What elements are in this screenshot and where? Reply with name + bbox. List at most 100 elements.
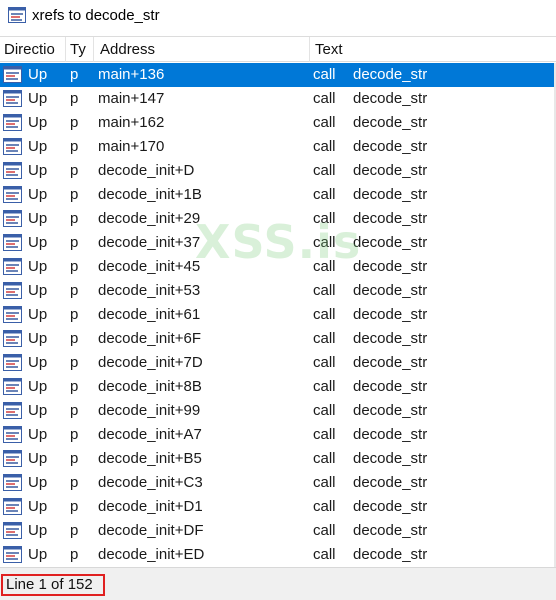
xref-direction: Up — [28, 522, 48, 539]
xref-row[interactable]: Up p decode_init+D call decode_str — [0, 159, 556, 183]
xref-row[interactable]: Up p decode_init+D1 call decode_str — [0, 495, 556, 519]
xref-text-op: call — [313, 234, 336, 251]
xref-direction: Up — [28, 402, 48, 419]
xref-list[interactable]: Up p main+136 call decode_str Up p main+147 call… — [0, 63, 556, 567]
xref-row-icon — [3, 234, 22, 251]
xref-direction: Up — [28, 186, 48, 203]
xref-text-target: decode_str — [353, 474, 428, 491]
xref-text-target: decode_str — [353, 426, 428, 443]
xref-direction: Up — [28, 90, 48, 107]
xref-type: p — [70, 138, 79, 155]
xref-address: decode_init+1B — [98, 186, 202, 203]
xref-direction: Up — [28, 426, 48, 443]
xref-text-op: call — [313, 450, 336, 467]
xref-text-target: decode_str — [353, 282, 428, 299]
xref-address: decode_init+53 — [98, 282, 201, 299]
xref-type: p — [70, 546, 79, 563]
xref-row[interactable]: Up p decode_init+1B call decode_str — [0, 183, 556, 207]
xref-type: p — [70, 90, 79, 107]
xref-address: decode_init+29 — [98, 210, 201, 227]
xref-row-icon — [3, 162, 22, 179]
xref-row-icon — [3, 138, 22, 155]
xref-text-op: call — [313, 66, 336, 83]
xref-row[interactable]: Up p decode_init+37 call decode_str — [0, 231, 556, 255]
xref-text-target: decode_str — [353, 90, 428, 107]
xref-text-target: decode_str — [353, 138, 428, 155]
window-title: xrefs to decode_str — [32, 6, 160, 24]
xref-address: decode_init+6F — [98, 330, 201, 347]
xref-text-target: decode_str — [353, 330, 428, 347]
xref-row[interactable]: Up p decode_init+29 call decode_str — [0, 207, 556, 231]
xref-type: p — [70, 186, 79, 203]
xrefs-window-icon — [8, 7, 26, 23]
xref-text-op: call — [313, 210, 336, 227]
xref-direction: Up — [28, 306, 48, 323]
xref-direction: Up — [28, 354, 48, 371]
xref-text-op: call — [313, 474, 336, 491]
xref-row[interactable]: Up p decode_init+45 call decode_str — [0, 255, 556, 279]
xref-row[interactable]: Up p main+147 call decode_str — [0, 87, 556, 111]
xref-row-icon — [3, 330, 22, 347]
xref-row[interactable]: Up p decode_init+B5 call decode_str — [0, 447, 556, 471]
xref-type: p — [70, 330, 79, 347]
xref-row-icon — [3, 186, 22, 203]
column-header: Directio Ty Address Text — [0, 36, 556, 62]
xref-row[interactable]: Up p decode_init+DF call decode_str — [0, 519, 556, 543]
xref-address: decode_init+DF — [98, 522, 204, 539]
xref-direction: Up — [28, 138, 48, 155]
xref-row-icon — [3, 90, 22, 107]
xref-address: decode_init+61 — [98, 306, 201, 323]
xref-direction: Up — [28, 450, 48, 467]
xref-text-target: decode_str — [353, 522, 428, 539]
xref-address: main+162 — [98, 114, 165, 131]
xref-row[interactable]: Up p main+170 call decode_str — [0, 135, 556, 159]
status-bar: Line 1 of 152 — [0, 567, 556, 600]
xref-text-op: call — [313, 282, 336, 299]
xref-text-target: decode_str — [353, 186, 428, 203]
xref-address: decode_init+8B — [98, 378, 202, 395]
xref-text-target: decode_str — [353, 450, 428, 467]
xref-row[interactable]: Up p main+162 call decode_str — [0, 111, 556, 135]
xref-text-op: call — [313, 138, 336, 155]
xref-direction: Up — [28, 474, 48, 491]
xref-row[interactable]: Up p decode_init+A7 call decode_str — [0, 423, 556, 447]
xref-row[interactable]: Up p decode_init+6F call decode_str — [0, 327, 556, 351]
xref-row[interactable]: Up p decode_init+53 call decode_str — [0, 279, 556, 303]
xref-type: p — [70, 282, 79, 299]
xref-text-op: call — [313, 114, 336, 131]
title-bar: xrefs to decode_str — [0, 0, 556, 30]
xref-row-icon — [3, 66, 22, 83]
xref-row[interactable]: Up p decode_init+99 call decode_str — [0, 399, 556, 423]
xref-text-op: call — [313, 330, 336, 347]
xref-row-icon — [3, 354, 22, 371]
xref-row[interactable]: Up p decode_init+ED call decode_str — [0, 543, 556, 567]
xref-direction: Up — [28, 282, 48, 299]
xref-text-op: call — [313, 162, 336, 179]
xref-address: main+136 — [98, 66, 165, 83]
xref-address: decode_init+99 — [98, 402, 201, 419]
xref-row[interactable]: Up p decode_init+8B call decode_str — [0, 375, 556, 399]
xref-text-target: decode_str — [353, 114, 428, 131]
xref-row-icon — [3, 258, 22, 275]
column-header-text[interactable]: Text — [310, 37, 556, 62]
xref-text-op: call — [313, 354, 336, 371]
xref-address: decode_init+B5 — [98, 450, 202, 467]
xref-text-target: decode_str — [353, 234, 428, 251]
column-header-address[interactable]: Address — [94, 37, 310, 62]
xref-address: decode_init+7D — [98, 354, 203, 371]
xref-type: p — [70, 426, 79, 443]
xref-row[interactable]: Up p main+136 call decode_str — [0, 63, 556, 87]
xref-type: p — [70, 66, 79, 83]
xref-row[interactable]: Up p decode_init+C3 call decode_str — [0, 471, 556, 495]
column-header-type[interactable]: Ty — [66, 37, 94, 62]
xref-text-target: decode_str — [353, 354, 428, 371]
xref-row-icon — [3, 378, 22, 395]
status-line-count: Line 1 of 152 — [1, 574, 105, 596]
xref-row[interactable]: Up p decode_init+7D call decode_str — [0, 351, 556, 375]
xref-row-icon — [3, 522, 22, 539]
column-header-direction[interactable]: Directio — [0, 37, 66, 62]
xref-row[interactable]: Up p decode_init+61 call decode_str — [0, 303, 556, 327]
xref-type: p — [70, 522, 79, 539]
xref-address: decode_init+D — [98, 162, 195, 179]
xref-type: p — [70, 258, 79, 275]
